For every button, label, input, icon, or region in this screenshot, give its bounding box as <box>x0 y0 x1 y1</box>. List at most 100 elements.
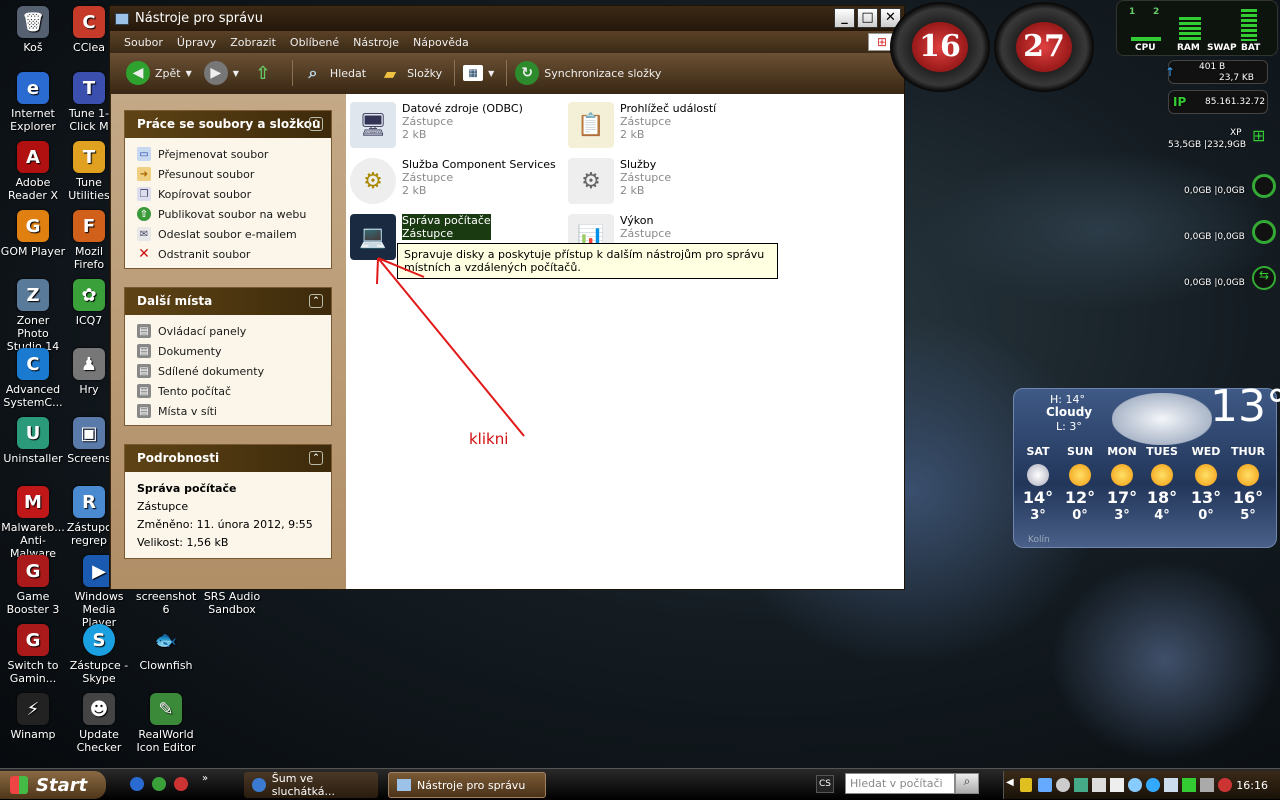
file-tasks-header[interactable]: Práce se soubory a složkou ⌃ <box>125 111 331 138</box>
taskbar-search-input[interactable]: Hledat v počítači <box>845 773 955 794</box>
other-places-header[interactable]: Další místa ⌃ <box>125 288 331 315</box>
network-tray-icon[interactable] <box>1038 778 1052 792</box>
start-button[interactable]: Start <box>0 771 106 799</box>
network-traffic-gadget[interactable]: ↑ 401 B 23,7 KB <box>1165 60 1268 84</box>
menu-tools[interactable]: Nástroje <box>353 36 399 49</box>
system-meters-gadget[interactable]: 1 2 CPU RAM SWAP BAT <box>1116 0 1278 56</box>
desktop-icon-screenshots[interactable]: ▣ Screens <box>64 415 114 465</box>
quicklaunch-icq-icon[interactable] <box>152 777 166 791</box>
desktop-icon-regrep[interactable]: R Zástupc regrep <box>64 484 114 547</box>
maximize-button[interactable]: □ <box>857 8 878 28</box>
clock-gadget-minutes[interactable]: 27 <box>994 2 1094 92</box>
desktop-icon-games[interactable]: ♟ Hry <box>64 346 114 396</box>
tray-expand-icon[interactable]: ◀ <box>1006 777 1014 788</box>
desktop-icon-switch-to-gaming[interactable]: G Switch to Gamin... <box>0 622 66 685</box>
task-button-sum[interactable]: Šum ve sluchátká... <box>244 772 378 798</box>
partly-sunny-icon <box>1237 464 1259 486</box>
collapse-chevron-icon[interactable]: ⌃ <box>309 294 323 308</box>
taskbar-clock[interactable]: 16:16 <box>1236 779 1268 792</box>
tray-icon[interactable] <box>1182 778 1196 792</box>
tray-icon[interactable] <box>1218 778 1232 792</box>
volume-icon[interactable] <box>1110 778 1124 792</box>
collapse-chevron-icon[interactable]: ⌃ <box>309 451 323 465</box>
dropdown-arrow-icon[interactable]: ▼ <box>488 69 494 78</box>
tray-icon[interactable] <box>1200 778 1214 792</box>
file-item-event-viewer[interactable]: 📋 Prohlížeč událostí Zástupce 2 kB <box>568 102 716 148</box>
tray-icon[interactable] <box>1164 778 1178 792</box>
clock-gadget-hours[interactable]: 16 <box>890 2 990 92</box>
publish-web-link[interactable]: ⇧ Publikovat soubor na webu <box>137 204 331 224</box>
rename-file-link[interactable]: ▭ Přejmenovat soubor <box>137 144 331 164</box>
task-button-admin-tools[interactable]: Nástroje pro správu <box>388 772 546 798</box>
ccleaner-icon: C <box>73 6 105 38</box>
tray-icon[interactable] <box>1074 778 1088 792</box>
delete-file-link[interactable]: ✕ Odstranit soubor <box>137 244 331 264</box>
collapse-chevron-icon[interactable]: ⌃ <box>309 117 323 131</box>
documents-link[interactable]: ▤ Dokumenty <box>137 341 331 361</box>
folders-button[interactable]: ▰ Složky <box>378 61 442 85</box>
desktop-icon-gom-player[interactable]: G GOM Player <box>0 208 66 258</box>
email-file-link[interactable]: ✉ Odeslat soubor e-mailem <box>137 224 331 244</box>
desktop-icon-malwarebytes[interactable]: M Malwareb... Anti-Malware <box>0 484 66 560</box>
desktop-icon-update-checker[interactable]: ☻ Update Checker <box>66 691 132 754</box>
copy-file-link[interactable]: ❐ Kopírovat soubor <box>137 184 331 204</box>
desktop-icon-tuneup-1click[interactable]: T Tune 1-Click M <box>64 70 114 133</box>
desktop-icon-advanced-systemcare[interactable]: C Advanced SystemC... <box>0 346 66 409</box>
quicklaunch-more-icon[interactable]: » <box>202 773 208 784</box>
details-header[interactable]: Podrobnosti ⌃ <box>125 445 331 472</box>
security-shield-icon[interactable] <box>1020 778 1032 792</box>
desktop-icon-ccleaner[interactable]: C CClea <box>64 4 114 54</box>
tray-icon[interactable] <box>1128 778 1142 792</box>
language-indicator[interactable]: CS <box>816 775 834 793</box>
search-button[interactable]: ⌕ Hledat <box>301 61 366 85</box>
desktop-icon-skype[interactable]: S Zástupce - Skype <box>66 622 132 685</box>
ip-gadget[interactable]: IP 85.161.32.72 <box>1168 90 1268 114</box>
meter-tab-2[interactable]: 2 <box>1153 7 1159 17</box>
clownfish-icon: 🐟 <box>154 629 178 651</box>
shared-documents-link[interactable]: ▤ Sdílené dokumenty <box>137 361 331 381</box>
desktop-icon-realworld-icon-editor[interactable]: ✎ RealWorld Icon Editor <box>133 691 199 754</box>
desktop-icon-zoner-photo[interactable]: Z Zoner Photo Studio 14 <box>0 277 66 353</box>
desktop-icon-game-booster[interactable]: G Game Booster 3 <box>0 553 66 616</box>
search-icon[interactable]: ⌕ <box>955 773 979 794</box>
menu-view[interactable]: Zobrazit <box>230 36 276 49</box>
control-panel-link[interactable]: ▤ Ovládací panely <box>137 321 331 341</box>
desktop-icon-icq[interactable]: ✿ ICQ7 <box>64 277 114 327</box>
file-item-component-services[interactable]: ⚙ Služba Component Services Zástupce 2 kB <box>350 158 556 204</box>
back-button[interactable]: ◀ Zpět ▼ <box>126 61 192 85</box>
weather-gadget[interactable]: H: 14° Cloudy L: 3° 13° SAT 14° 3° SUN 12° 0… <box>1013 381 1280 548</box>
os-label: XP <box>1230 128 1242 138</box>
dropdown-arrow-icon[interactable]: ▼ <box>186 69 192 78</box>
minimize-button[interactable]: _ <box>834 8 855 28</box>
views-button[interactable]: ▦ ▼ <box>463 65 494 81</box>
forward-button[interactable]: ▶ ▼ <box>203 61 239 85</box>
network-places-link[interactable]: ▤ Místa v síti <box>137 401 331 421</box>
gaming-mode-icon: G <box>17 624 49 656</box>
desktop-icon-tuneup-utilities[interactable]: T Tune Utilities <box>64 139 114 202</box>
my-computer-link[interactable]: ▤ Tento počítač <box>137 381 331 401</box>
desktop-icon-clownfish[interactable]: 🐟 Clownfish <box>133 622 199 672</box>
move-file-link[interactable]: ➜ Přesunout soubor <box>137 164 331 184</box>
up-button[interactable]: ⇧ <box>251 61 280 85</box>
menu-help[interactable]: Nápověda <box>413 36 469 49</box>
desktop-icon-adobe-reader[interactable]: A Adobe Reader X <box>0 139 66 202</box>
dropdown-arrow-icon[interactable]: ▼ <box>233 69 239 78</box>
tray-icon[interactable] <box>1092 778 1106 792</box>
menu-file[interactable]: Soubor <box>124 36 163 49</box>
desktop-icon-recycle-bin[interactable]: 🗑 Koš <box>0 4 66 54</box>
desktop-icon-winamp[interactable]: ⚡ Winamp <box>0 691 66 741</box>
window-titlebar[interactable]: Nástroje pro správu _ □ ✕ <box>110 6 904 31</box>
tray-icon[interactable] <box>1146 778 1160 792</box>
menu-edit[interactable]: Úpravy <box>177 36 216 49</box>
desktop-icon-uninstaller[interactable]: U Uninstaller <box>0 415 66 465</box>
quicklaunch-ie-icon[interactable] <box>130 777 144 791</box>
quicklaunch-app-icon[interactable] <box>174 777 188 791</box>
search-tray-icon[interactable] <box>1056 778 1070 792</box>
desktop-icon-internet-explorer[interactable]: e Internet Explorer <box>0 70 66 133</box>
menu-favorites[interactable]: Oblíbené <box>290 36 339 49</box>
file-item-services[interactable]: ⚙ Služby Zástupce 2 kB <box>568 158 671 204</box>
desktop-icon-firefox[interactable]: F Mozil Firefo <box>64 208 114 271</box>
sync-folder-button[interactable]: ↻ Synchronizace složky <box>515 61 661 85</box>
file-item-odbc[interactable]: 🖥 Datové zdroje (ODBC) Zástupce 2 kB <box>350 102 523 148</box>
meter-tab-1[interactable]: 1 <box>1129 7 1135 17</box>
